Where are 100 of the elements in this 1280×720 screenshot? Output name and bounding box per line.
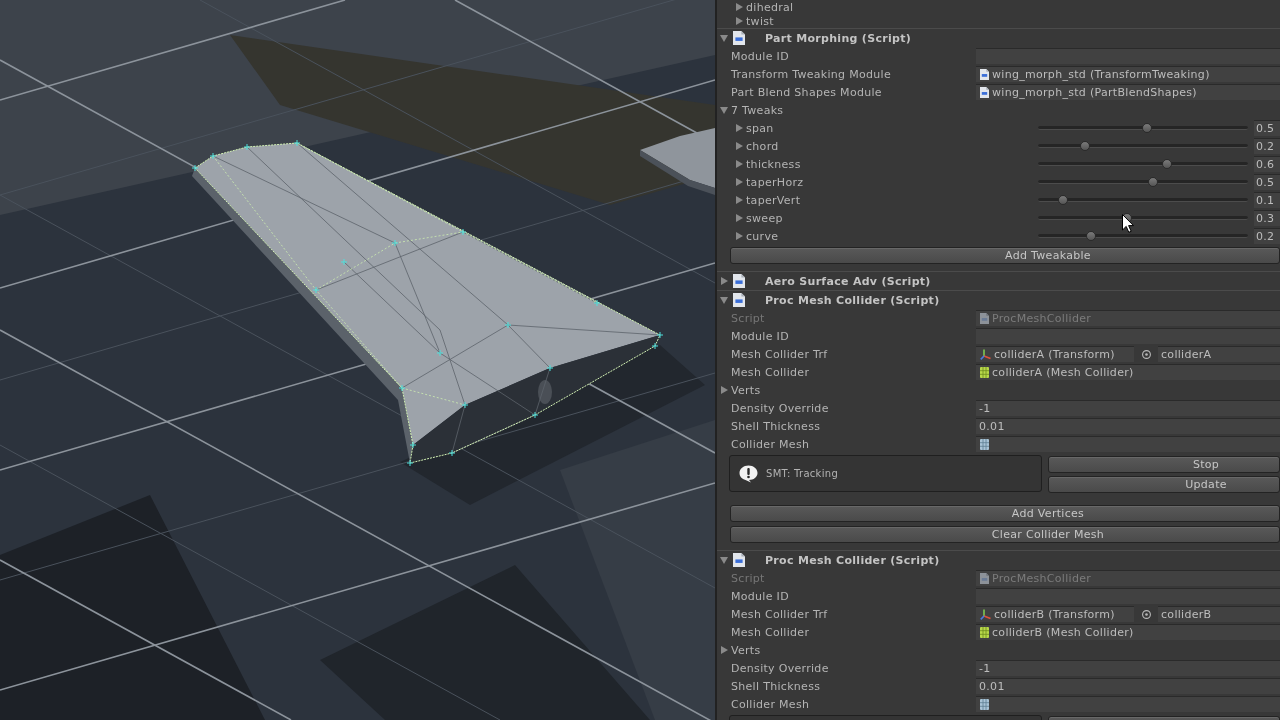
target-icon[interactable] (1141, 609, 1151, 619)
foldout-label[interactable]: twist (746, 14, 774, 28)
grid-tile-icon (980, 367, 989, 378)
number-field[interactable]: 0.5 (1254, 174, 1280, 190)
property-label: Verts (731, 643, 761, 657)
slider-thumb[interactable] (1148, 177, 1158, 187)
foldout-label[interactable]: dihedral (746, 0, 794, 14)
slider-track[interactable] (1036, 229, 1250, 243)
action-button[interactable]: Update (1048, 476, 1280, 493)
tweak-label[interactable]: sweep (746, 211, 783, 225)
property-label: Collider Mesh (731, 437, 810, 451)
property-label: Module ID (731, 49, 789, 63)
text-field[interactable]: colliderA (1158, 346, 1280, 362)
action-button[interactable]: Add Tweakable (730, 247, 1280, 264)
property-label: Mesh Collider (731, 625, 810, 639)
object-field[interactable] (976, 696, 1280, 712)
script-file-icon (733, 553, 745, 567)
slider-track[interactable] (1036, 121, 1250, 135)
disclosure-triangle-icon[interactable] (735, 3, 743, 11)
tweak-label[interactable]: chord (746, 139, 779, 153)
component-title[interactable]: Part Morphing (Script) (765, 31, 912, 45)
exclamation-bubble-icon (739, 464, 758, 483)
number-field[interactable]: 0.3 (1254, 210, 1280, 226)
slider-thumb[interactable] (1162, 159, 1172, 169)
number-field[interactable]: 0.6 (1254, 156, 1280, 172)
object-field[interactable]: wing_morph_std (PartBlendShapes) (976, 84, 1280, 100)
disclosure-triangle-icon[interactable] (735, 142, 743, 150)
property-label: Script (731, 311, 765, 325)
disclosure-triangle-icon[interactable] (735, 17, 743, 25)
number-field[interactable]: 0.2 (1254, 138, 1280, 154)
disclosure-triangle-icon[interactable] (735, 232, 743, 240)
grid-tile-icon (980, 627, 989, 638)
disclosure-triangle-icon[interactable] (720, 296, 728, 304)
object-field[interactable]: colliderA (Mesh Collider) (976, 364, 1280, 380)
disclosure-triangle-icon[interactable] (720, 386, 728, 394)
disclosure-triangle-icon[interactable] (735, 196, 743, 204)
component-title[interactable]: Proc Mesh Collider (Script) (765, 293, 940, 307)
slider-thumb[interactable] (1086, 231, 1096, 241)
disclosure-triangle-icon[interactable] (735, 178, 743, 186)
text-field[interactable]: 0.01 (976, 418, 1280, 434)
property-label: 7 Tweaks (731, 103, 784, 117)
tweak-label[interactable]: thickness (746, 157, 801, 171)
text-field[interactable]: 0.01 (976, 678, 1280, 694)
tweak-label[interactable]: taperVert (746, 193, 801, 207)
script-file-icon (733, 31, 745, 45)
slider-track[interactable] (1036, 175, 1250, 189)
number-field[interactable]: 0.2 (1254, 228, 1280, 244)
slider-thumb[interactable] (1058, 195, 1068, 205)
property-label: Part Blend Shapes Module (731, 85, 882, 99)
slider-track[interactable] (1036, 157, 1250, 171)
action-button[interactable]: Add Vertices (730, 505, 1280, 522)
tweak-label[interactable]: taperHorz (746, 175, 804, 189)
slider-thumb[interactable] (1142, 123, 1152, 133)
object-field[interactable]: colliderB (Transform) (976, 606, 1134, 622)
property-label: Mesh Collider Trf (731, 347, 828, 361)
action-button[interactable]: Clear Collider Mesh (730, 526, 1280, 543)
property-label: Mesh Collider Trf (731, 607, 828, 621)
property-label: Shell Thickness (731, 679, 821, 693)
object-field[interactable]: wing_morph_std (TransformTweaking) (976, 66, 1280, 82)
text-field[interactable]: -1 (976, 660, 1280, 676)
grid-tile-icon (980, 439, 989, 450)
axes-icon (980, 609, 991, 620)
script-file-icon (980, 313, 989, 324)
script-file-icon (980, 573, 989, 584)
action-button[interactable]: Stop (1048, 456, 1280, 473)
mouse-pointer-icon (1122, 214, 1134, 233)
property-label: Mesh Collider (731, 365, 810, 379)
disclosure-triangle-icon[interactable] (720, 646, 728, 654)
disclosure-triangle-icon[interactable] (720, 277, 728, 285)
number-field[interactable]: 0.5 (1254, 120, 1280, 136)
object-field[interactable]: colliderB (Mesh Collider) (976, 624, 1280, 640)
disclosure-triangle-icon[interactable] (735, 160, 743, 168)
script-file-icon (980, 87, 989, 98)
text-field[interactable]: colliderB (1158, 606, 1280, 622)
text-field[interactable]: -1 (976, 400, 1280, 416)
number-field[interactable]: 0.1 (1254, 192, 1280, 208)
slider-track[interactable] (1036, 193, 1250, 207)
target-icon[interactable] (1141, 349, 1151, 359)
disclosure-triangle-icon[interactable] (720, 556, 728, 564)
disclosure-triangle-icon[interactable] (735, 214, 743, 222)
property-label: Density Override (731, 661, 829, 675)
disclosure-triangle-icon[interactable] (720, 106, 728, 114)
component-title[interactable]: Aero Surface Adv (Script) (765, 274, 931, 288)
object-field[interactable]: colliderA (Transform) (976, 346, 1134, 362)
property-label: Shell Thickness (731, 419, 821, 433)
component-title[interactable]: Proc Mesh Collider (Script) (765, 553, 940, 567)
script-file-icon (733, 274, 745, 288)
axes-icon (980, 349, 991, 360)
disclosure-triangle-icon[interactable] (735, 124, 743, 132)
slider-track[interactable] (1036, 139, 1250, 153)
script-file-icon (980, 69, 989, 80)
slider-thumb[interactable] (1080, 141, 1090, 151)
script-file-icon (733, 293, 745, 307)
status-message: SMT: Tracking (766, 468, 839, 479)
tweak-label[interactable]: curve (746, 229, 779, 243)
property-label: Verts (731, 383, 761, 397)
object-field[interactable] (976, 436, 1280, 452)
tweak-label[interactable]: span (746, 121, 774, 135)
disclosure-triangle-icon[interactable] (720, 34, 728, 42)
property-label: Module ID (731, 329, 789, 343)
